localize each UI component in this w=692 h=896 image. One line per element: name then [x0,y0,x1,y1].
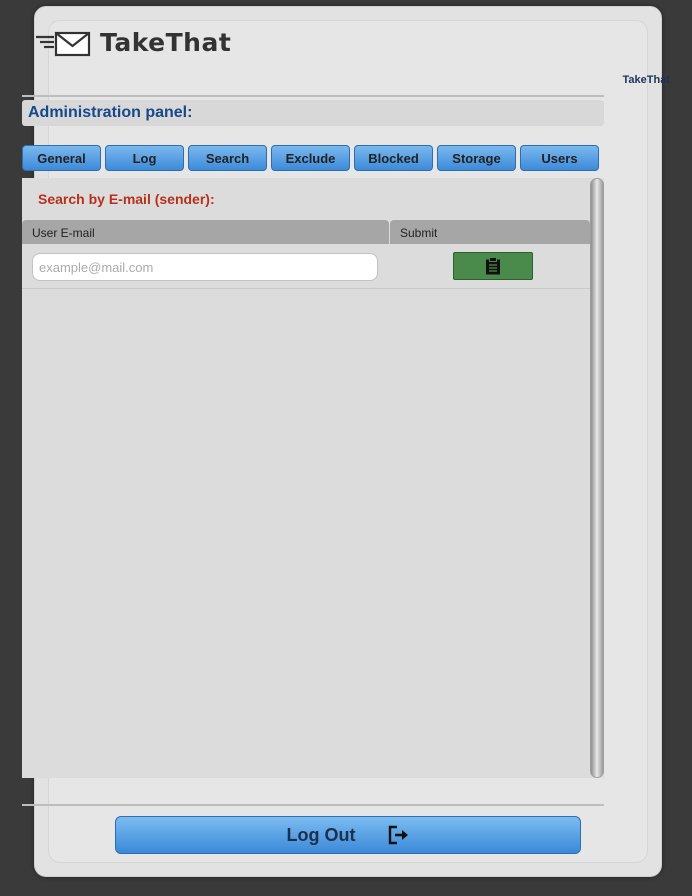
tab-general[interactable]: General [22,145,101,171]
app-logo-text: TakeThat [100,28,232,57]
nav-tabs: General Log Search Exclude Blocked Stora… [22,145,603,171]
tab-storage[interactable]: Storage [437,145,516,171]
brand-link[interactable]: TakeThat [623,74,670,86]
admin-header: Administration panel: [22,100,604,126]
page-title: Administration panel: [28,104,193,121]
tab-users[interactable]: Users [520,145,599,171]
tab-search[interactable]: Search [188,145,267,171]
column-header-submit: Submit [390,220,590,244]
logout-button[interactable]: Log Out [115,816,581,854]
search-panel: Search by E-mail (sender): User E-mail S… [22,178,604,778]
search-section-title: Search by E-mail (sender): [38,191,215,207]
tab-log[interactable]: Log [105,145,184,171]
mail-envelope-icon [36,31,91,56]
tab-blocked[interactable]: Blocked [354,145,433,171]
sign-out-icon [389,825,409,845]
email-search-input[interactable] [32,253,378,281]
logo: TakeThat [34,28,231,57]
row-divider [22,288,590,289]
clipboard-icon [486,257,500,275]
panel-scrollbar[interactable] [590,178,604,778]
tab-exclude[interactable]: Exclude [271,145,350,171]
column-header-email: User E-mail [22,220,389,244]
header-divider [22,95,604,97]
logout-label: Log Out [286,824,356,845]
submit-button[interactable] [453,252,533,280]
footer-divider [22,804,604,806]
